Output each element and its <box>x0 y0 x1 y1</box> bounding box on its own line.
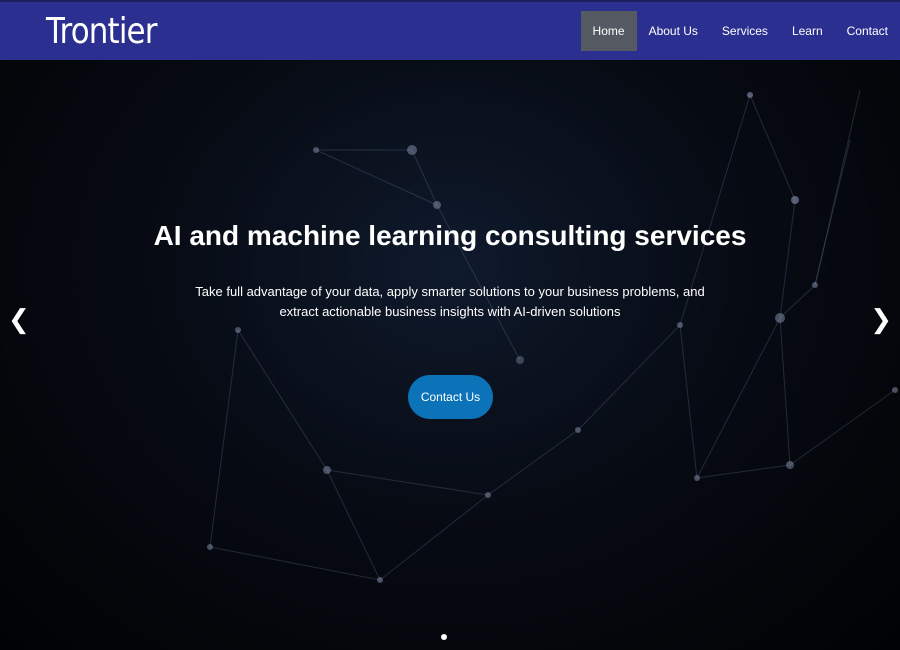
main-nav: Home About Us Services Learn Contact <box>580 11 900 51</box>
carousel-indicator-dot[interactable] <box>441 634 447 640</box>
brand-logo[interactable]: Trontier <box>46 10 157 54</box>
nav-item-services[interactable]: Services <box>710 11 780 51</box>
chevron-right-icon[interactable]: ❯ <box>870 305 892 335</box>
chevron-left-icon[interactable]: ❮ <box>8 305 30 335</box>
contact-us-button[interactable]: Contact Us <box>408 375 493 419</box>
navbar: Trontier Home About Us Services Learn Co… <box>0 0 900 60</box>
hero-subtitle: Take full advantage of your data, apply … <box>195 284 705 319</box>
nav-item-about-us[interactable]: About Us <box>637 11 710 51</box>
hero-carousel: AI and machine learning consulting servi… <box>0 60 900 650</box>
hero-title: AI and machine learning consulting servi… <box>153 220 747 251</box>
network-background <box>207 89 898 583</box>
nav-item-contact[interactable]: Contact <box>835 11 900 51</box>
nav-item-home[interactable]: Home <box>580 11 637 51</box>
nav-item-learn[interactable]: Learn <box>780 11 835 51</box>
